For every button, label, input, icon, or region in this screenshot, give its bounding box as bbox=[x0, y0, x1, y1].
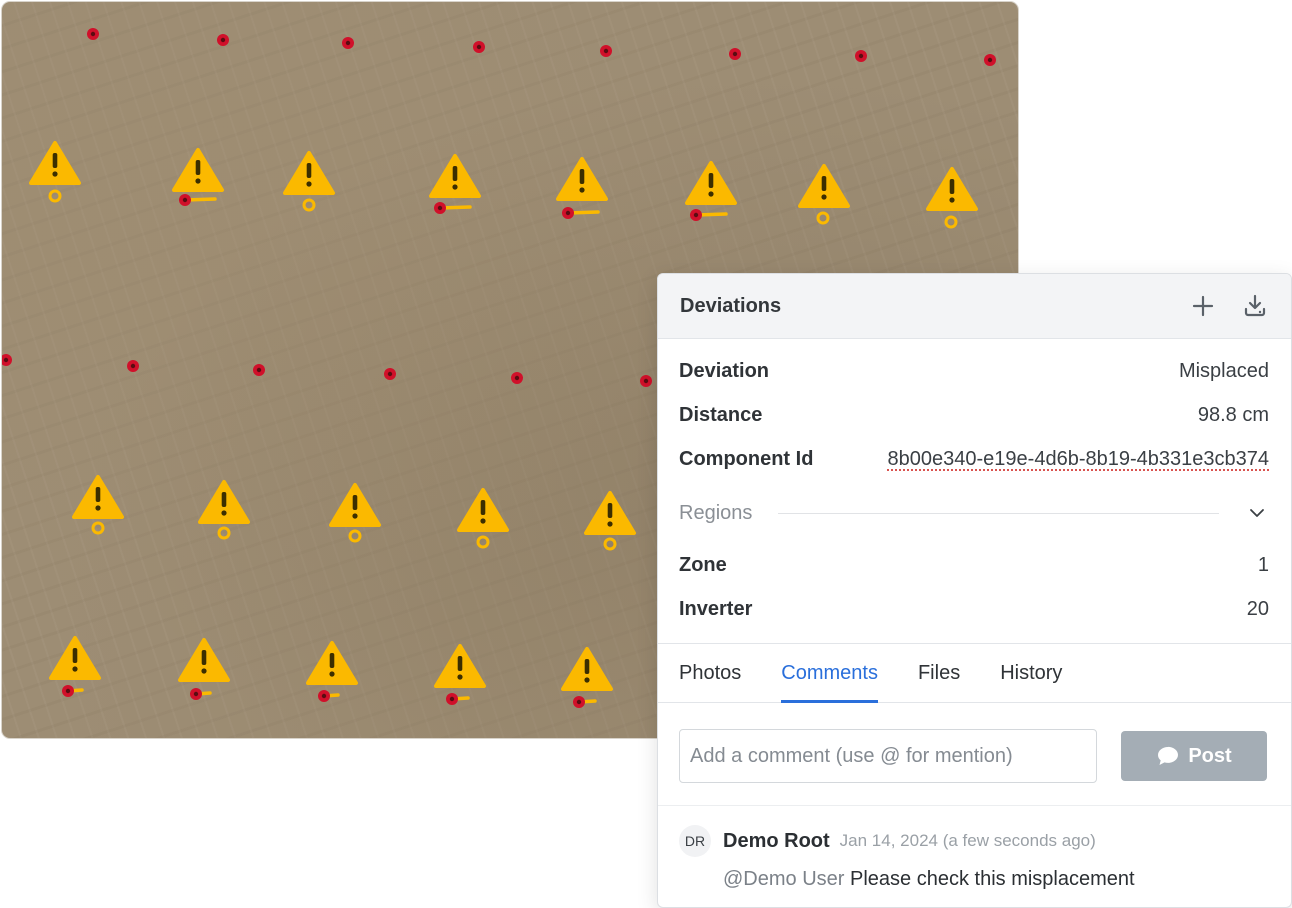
displacement-marker bbox=[562, 207, 600, 219]
detail-value: 98.8 cm bbox=[1197, 403, 1269, 426]
detail-label: Deviation bbox=[679, 359, 770, 382]
red-marker bbox=[127, 360, 139, 372]
detail-row-component-id: Component Id 8b00e340-e19e-4d6b-8b19-4b3… bbox=[679, 437, 1269, 481]
displacement-marker bbox=[179, 194, 217, 206]
comment-input[interactable] bbox=[679, 729, 1097, 783]
expected-position-marker bbox=[476, 535, 490, 549]
detail-value: Misplaced bbox=[1178, 359, 1269, 382]
warning-icon[interactable] bbox=[283, 151, 335, 195]
warning-icon[interactable] bbox=[926, 167, 978, 211]
warning-icon[interactable] bbox=[584, 491, 636, 535]
region-label: Zone bbox=[679, 553, 727, 576]
comment-body: @Demo User Please check this misplacemen… bbox=[723, 868, 1269, 891]
detail-row-distance: Distance 98.8 cm bbox=[679, 393, 1269, 437]
red-marker bbox=[87, 28, 99, 40]
red-marker bbox=[384, 368, 396, 380]
warning-icon[interactable] bbox=[429, 154, 481, 198]
detail-row-deviation: Deviation Misplaced bbox=[679, 349, 1269, 393]
comment-item: DR Demo Root Jan 14, 2024 (a few seconds… bbox=[679, 824, 1269, 891]
expected-position-marker bbox=[944, 215, 958, 229]
red-marker bbox=[855, 50, 867, 62]
avatar: DR bbox=[679, 825, 711, 857]
red-marker bbox=[473, 41, 485, 53]
expected-position-marker bbox=[91, 521, 105, 535]
comment-author: Demo Root bbox=[723, 829, 830, 852]
regions-label: Regions bbox=[679, 501, 753, 524]
warning-icon[interactable] bbox=[72, 475, 124, 519]
red-marker bbox=[217, 34, 229, 46]
tab-history[interactable]: History bbox=[1000, 644, 1062, 702]
comments-divider bbox=[658, 805, 1291, 806]
warning-icon[interactable] bbox=[49, 636, 101, 680]
deviations-panel: Deviations Deviation Misplaced Distance … bbox=[657, 273, 1292, 908]
comment-mention[interactable]: @Demo User bbox=[723, 868, 844, 890]
displacement-marker bbox=[190, 688, 212, 700]
regions-divider bbox=[778, 512, 1219, 514]
comment-composer: Post bbox=[679, 728, 1269, 784]
panel-header: Deviations bbox=[658, 274, 1291, 339]
expected-position-marker bbox=[48, 189, 62, 203]
expected-position-marker bbox=[816, 211, 830, 225]
region-value: 1 bbox=[1257, 553, 1269, 576]
region-value: 20 bbox=[1246, 597, 1269, 620]
post-button[interactable]: Post bbox=[1121, 731, 1267, 781]
warning-icon[interactable] bbox=[306, 641, 358, 685]
warning-icon[interactable] bbox=[29, 141, 81, 185]
displacement-marker bbox=[573, 696, 597, 708]
warning-icon[interactable] bbox=[457, 488, 509, 532]
detail-label: Component Id bbox=[679, 447, 814, 470]
tab-photos[interactable]: Photos bbox=[679, 644, 741, 702]
warning-icon[interactable] bbox=[178, 638, 230, 682]
comment-timestamp: Jan 14, 2024 (a few seconds ago) bbox=[839, 831, 1096, 850]
displacement-marker bbox=[446, 693, 470, 705]
tab-bar: Photos Comments Files History bbox=[658, 643, 1291, 703]
tab-files[interactable]: Files bbox=[918, 644, 960, 702]
component-id-value[interactable]: 8b00e340-e19e-4d6b-8b19-4b331e3cb374 bbox=[888, 448, 1269, 471]
details-list: Deviation Misplaced Distance 98.8 cm Com… bbox=[658, 339, 1291, 631]
warning-icon[interactable] bbox=[556, 157, 608, 201]
chat-bubble-icon bbox=[1158, 746, 1179, 765]
warning-icon[interactable] bbox=[798, 164, 850, 208]
displacement-marker bbox=[62, 685, 84, 697]
expected-position-marker bbox=[302, 198, 316, 212]
comment-header: DR Demo Root Jan 14, 2024 (a few seconds… bbox=[679, 824, 1269, 858]
panel-title: Deviations bbox=[680, 294, 782, 317]
warning-icon[interactable] bbox=[198, 480, 250, 524]
warning-icon[interactable] bbox=[434, 644, 486, 688]
expected-position-marker bbox=[217, 526, 231, 540]
displacement-marker bbox=[318, 690, 340, 702]
post-button-label: Post bbox=[1188, 744, 1232, 767]
red-marker bbox=[640, 375, 652, 387]
red-marker bbox=[253, 364, 265, 376]
regions-section-header[interactable]: Regions bbox=[679, 483, 1269, 543]
chevron-down-icon[interactable] bbox=[1245, 501, 1269, 525]
warning-icon[interactable] bbox=[329, 483, 381, 527]
detail-label: Distance bbox=[679, 403, 763, 426]
region-row-zone: Zone 1 bbox=[679, 543, 1269, 587]
comment-text: Please check this misplacement bbox=[850, 868, 1135, 890]
displacement-marker bbox=[434, 202, 472, 214]
red-marker bbox=[342, 37, 354, 49]
expected-position-marker bbox=[348, 529, 362, 543]
tab-comments[interactable]: Comments bbox=[781, 644, 878, 703]
region-label: Inverter bbox=[679, 597, 753, 620]
red-marker bbox=[511, 372, 523, 384]
red-marker bbox=[729, 48, 741, 60]
region-row-inverter: Inverter 20 bbox=[679, 587, 1269, 631]
warning-icon[interactable] bbox=[561, 647, 613, 691]
download-icon[interactable] bbox=[1241, 292, 1269, 320]
red-marker bbox=[984, 54, 996, 66]
red-marker bbox=[2, 354, 12, 366]
plus-icon[interactable] bbox=[1189, 292, 1217, 320]
displacement-marker bbox=[690, 209, 728, 221]
expected-position-marker bbox=[603, 537, 617, 551]
red-marker bbox=[600, 45, 612, 57]
warning-icon[interactable] bbox=[172, 148, 224, 192]
warning-icon[interactable] bbox=[685, 161, 737, 205]
